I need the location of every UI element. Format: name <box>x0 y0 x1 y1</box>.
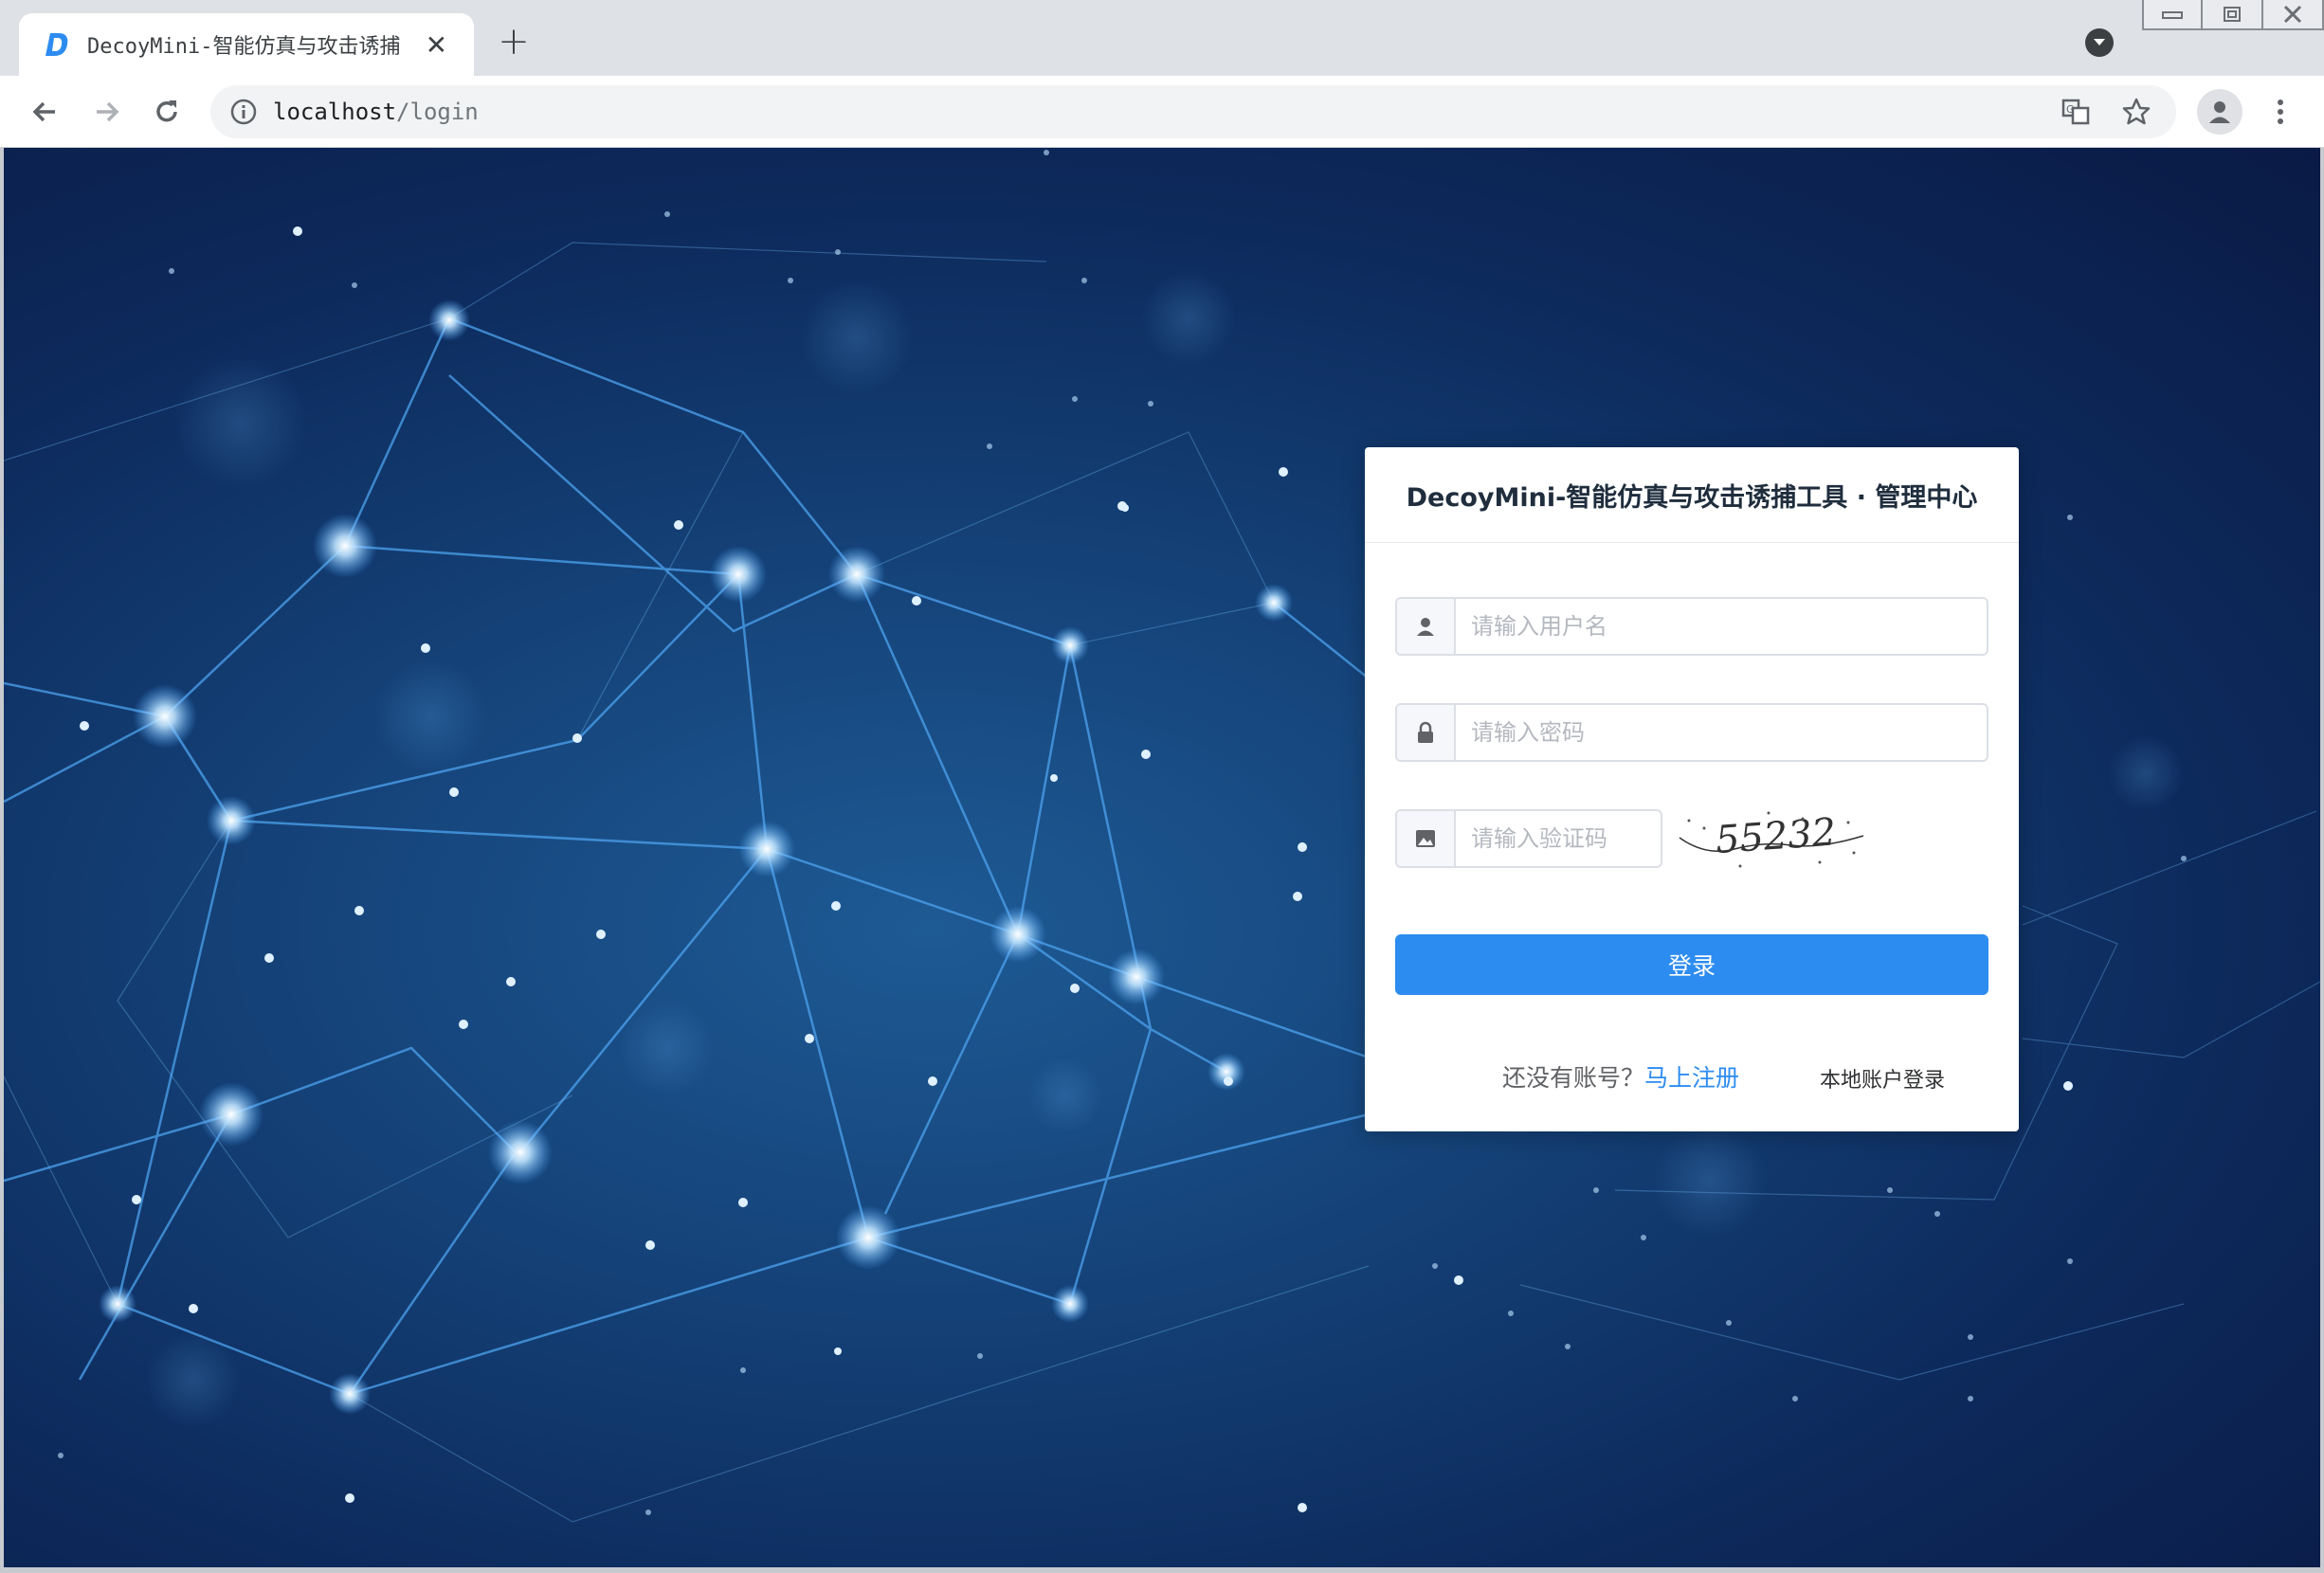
lock-icon <box>1397 705 1456 760</box>
login-page: DecoyMini-智能仿真与攻击诱捕工具 · 管理中心 55232 <box>4 148 2320 1567</box>
browser-toolbar: localhost/login G <box>0 76 2324 148</box>
tab-close-icon[interactable]: ✕ <box>420 27 453 62</box>
browser-tab[interactable]: DecoyMini-智能仿真与攻击诱捕 ✕ <box>19 13 474 76</box>
browser-menu-icon[interactable] <box>2260 91 2301 133</box>
minimize-icon[interactable] <box>2142 0 2203 30</box>
translate-icon[interactable]: G <box>2055 91 2097 133</box>
captcha-image[interactable]: 55232 <box>1678 800 1867 876</box>
captcha-field[interactable] <box>1395 809 1662 868</box>
window-controls <box>2142 0 2324 32</box>
password-field[interactable] <box>1395 703 1988 762</box>
password-input[interactable] <box>1456 705 1987 760</box>
captcha-text: 55232 <box>1714 810 1837 862</box>
url-host: localhost <box>273 99 397 125</box>
window-frame-bottom <box>0 1567 2324 1573</box>
no-account-prompt: 还没有账号？马上注册 <box>1502 1059 1739 1094</box>
window-frame-right <box>2320 148 2324 1573</box>
local-account-login-link[interactable]: 本地账户登录 <box>1820 1063 1945 1094</box>
login-footer: 还没有账号？马上注册 本地账户登录 <box>1365 1054 2019 1101</box>
login-card: DecoyMini-智能仿真与攻击诱捕工具 · 管理中心 55232 <box>1365 447 2019 1131</box>
svg-text:G: G <box>2066 103 2075 116</box>
username-field[interactable] <box>1395 597 1988 656</box>
decoymini-favicon-icon <box>40 27 74 62</box>
login-button[interactable]: 登录 <box>1395 934 1988 995</box>
bookmark-star-icon[interactable] <box>2115 91 2157 133</box>
forward-arrow-icon[interactable] <box>85 91 127 133</box>
restore-icon[interactable] <box>2203 0 2263 30</box>
login-title: DecoyMini-智能仿真与攻击诱捕工具 · 管理中心 <box>1406 482 1978 513</box>
profile-avatar-icon[interactable] <box>2197 89 2242 135</box>
login-card-header: DecoyMini-智能仿真与攻击诱捕工具 · 管理中心 <box>1365 447 2019 543</box>
tab-search-icon[interactable] <box>2085 28 2114 57</box>
tab-title: DecoyMini-智能仿真与攻击诱捕 <box>87 35 401 59</box>
tab-strip: DecoyMini-智能仿真与攻击诱捕 ✕ + <box>0 0 2324 76</box>
user-icon <box>1397 599 1456 654</box>
url-path: /login <box>396 99 479 125</box>
address-bar[interactable]: localhost/login G <box>210 85 2176 138</box>
back-arrow-icon[interactable] <box>25 91 66 133</box>
new-tab-icon[interactable]: + <box>495 20 533 63</box>
username-input[interactable] <box>1456 599 1987 654</box>
image-icon <box>1397 811 1456 866</box>
register-link[interactable]: 马上注册 <box>1644 1064 1739 1092</box>
close-window-icon[interactable] <box>2263 0 2324 30</box>
captcha-input[interactable] <box>1456 811 1661 866</box>
site-info-icon[interactable] <box>227 96 260 128</box>
url-text[interactable]: localhost/login <box>273 99 479 125</box>
no-account-text: 还没有账号？ <box>1502 1064 1645 1092</box>
reload-icon[interactable] <box>146 91 188 133</box>
